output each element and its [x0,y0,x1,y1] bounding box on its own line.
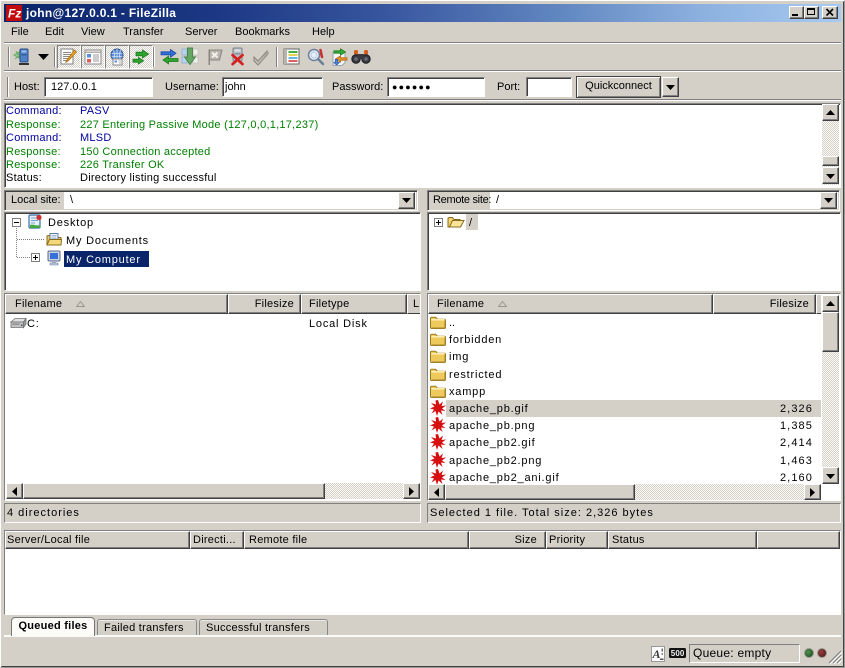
svg-text:500: 500 [671,649,685,658]
svg-text:A: A [652,647,661,661]
svg-text:Fz: Fz [8,7,21,21]
